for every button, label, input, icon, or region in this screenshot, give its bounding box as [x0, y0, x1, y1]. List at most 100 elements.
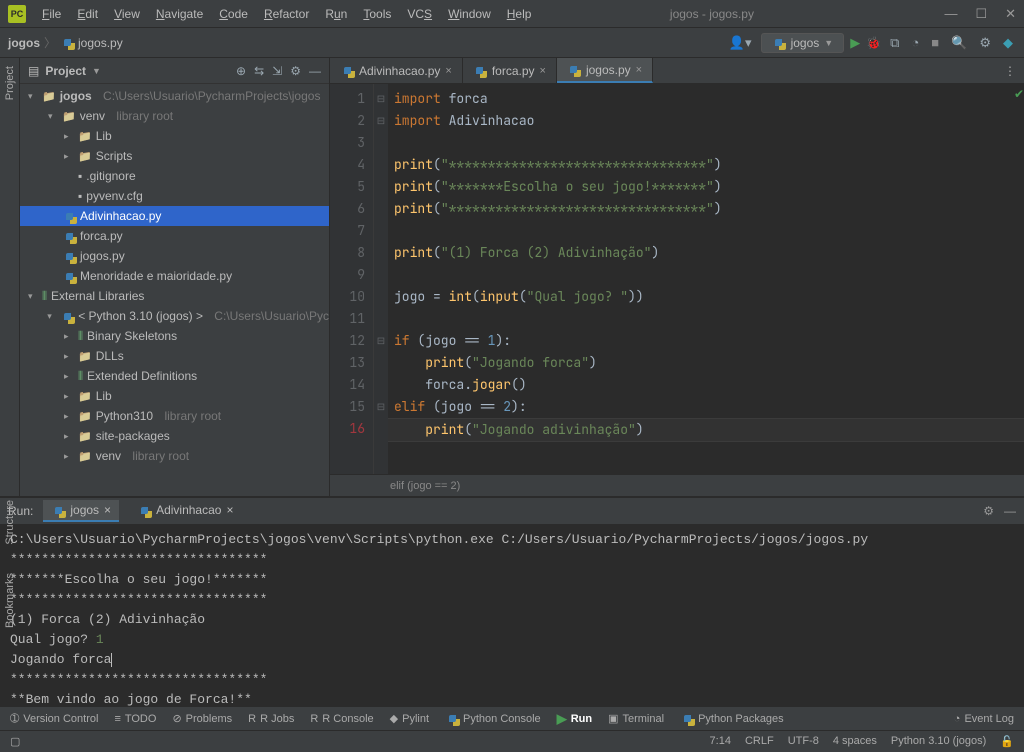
tool-python-packages[interactable]: Python Packages	[680, 712, 784, 726]
status-position[interactable]: 7:14	[710, 735, 731, 748]
tool-pylint[interactable]: ◆Pylint	[390, 712, 429, 725]
tree-site-packages[interactable]: ▸ site-packages	[20, 426, 329, 446]
tree-adivinhacao[interactable]: Adivinhacao.py	[20, 206, 329, 226]
inspection-ok-icon[interactable]: ✔	[1014, 86, 1024, 102]
tool-event-log[interactable]: ◔Event Log	[954, 713, 1014, 725]
tree-ext-libraries[interactable]: ▾⫴ External Libraries	[20, 286, 329, 306]
tree-project-root[interactable]: ▾ jogos C:\Users\Usuario\PycharmProjects…	[20, 86, 329, 106]
tree-lib2[interactable]: ▸ Lib	[20, 386, 329, 406]
tree-ext-defs[interactable]: ▸⫴ Extended Definitions	[20, 366, 329, 386]
tree-scripts[interactable]: ▸ Scripts	[20, 146, 329, 166]
python-icon	[62, 229, 76, 243]
status-indent[interactable]: 4 spaces	[833, 735, 877, 748]
tree-venv[interactable]: ▾ venv library root	[20, 106, 329, 126]
bookmarks-tool-button[interactable]: Bookmarks	[4, 573, 16, 628]
hide-icon[interactable]: —	[1004, 504, 1016, 518]
fold-gutter[interactable]: ⊟⊟⊟⊟	[374, 84, 388, 474]
tree-jogos[interactable]: jogos.py	[20, 246, 329, 266]
close-icon[interactable]: ✕	[1005, 6, 1016, 22]
menu-file[interactable]: File	[34, 7, 69, 21]
breadcrumb[interactable]: jogos 〉 jogos.py	[8, 34, 123, 51]
menu-view[interactable]: View	[106, 7, 148, 21]
editor-tabs: Adivinhacao.py× forca.py× jogos.py× ⋮	[330, 58, 1024, 84]
tool-r-jobs[interactable]: RR Jobs	[248, 713, 294, 725]
tree-lib[interactable]: ▸ Lib	[20, 126, 329, 146]
target-icon[interactable]: ⊕	[236, 64, 246, 78]
debug-button[interactable]: 🐞	[866, 36, 881, 50]
close-icon[interactable]: ×	[445, 65, 451, 77]
python-icon	[62, 209, 76, 223]
menu-run[interactable]: Run	[317, 7, 355, 21]
tab-jogos[interactable]: jogos.py×	[557, 58, 653, 83]
tree-binary-skeletons[interactable]: ▸⫴ Binary Skeletons	[20, 326, 329, 346]
tree-dlls[interactable]: ▸ DLLs	[20, 346, 329, 366]
stop-button[interactable]: ■	[928, 35, 942, 50]
tool-window-icon[interactable]: ▢	[10, 735, 20, 748]
maximize-icon[interactable]: ☐	[975, 6, 987, 22]
tab-forca[interactable]: forca.py×	[463, 58, 557, 83]
menu-code[interactable]: Code	[211, 7, 256, 21]
gear-icon[interactable]: ⚙	[290, 64, 301, 78]
code-content[interactable]: import forca import Adivinhacao print("*…	[388, 84, 1024, 474]
status-encoding[interactable]: UTF-8	[788, 735, 819, 748]
menu-tools[interactable]: Tools	[355, 7, 399, 21]
project-tool-button[interactable]: Project	[4, 66, 16, 100]
tool-todo[interactable]: ≡TODO	[114, 713, 156, 725]
tree-gitignore[interactable]: ▪ .gitignore	[20, 166, 329, 186]
expand-icon[interactable]: ⇲	[272, 64, 282, 78]
settings-icon[interactable]: ⚙	[976, 35, 994, 51]
menu-refactor[interactable]: Refactor	[256, 7, 317, 21]
code-with-me-icon[interactable]: ◆	[1000, 35, 1016, 51]
run-button[interactable]: ▶	[850, 35, 860, 51]
project-tree[interactable]: ▾ jogos C:\Users\Usuario\PycharmProjects…	[20, 84, 329, 496]
bottom-toolbar: ➀Version Control ≡TODO ⊘Problems RR Jobs…	[0, 706, 1024, 730]
lock-icon[interactable]: 🔓	[1000, 735, 1014, 748]
close-icon[interactable]: ×	[636, 64, 642, 76]
menu-navigate[interactable]: Navigate	[148, 7, 211, 21]
more-icon[interactable]: ⋮	[1004, 64, 1016, 78]
gear-icon[interactable]: ⚙	[983, 504, 994, 518]
close-icon[interactable]: ×	[226, 503, 233, 517]
close-icon[interactable]: ×	[540, 65, 546, 77]
menu-edit[interactable]: Edit	[69, 7, 106, 21]
libs-icon: ⫴	[78, 329, 83, 344]
tree-pyvenv[interactable]: ▪ pyvenv.cfg	[20, 186, 329, 206]
user-icon[interactable]: 👤▾	[726, 35, 755, 51]
tab-adivinhacao[interactable]: Adivinhacao.py×	[330, 58, 463, 83]
tree-menor[interactable]: Menoridade e maioridade.py	[20, 266, 329, 286]
structure-tool-button[interactable]: Structure	[4, 500, 16, 545]
python-icon	[62, 249, 76, 263]
tree-python310[interactable]: ▸ Python310 library root	[20, 406, 329, 426]
collapse-icon[interactable]: ⇆	[254, 64, 264, 78]
minimize-icon[interactable]: —	[944, 6, 957, 22]
tool-python-console[interactable]: Python Console	[445, 712, 541, 726]
search-icon[interactable]: 🔍	[948, 35, 970, 51]
run-tab-adivinhacao[interactable]: Adivinhacao ×	[129, 500, 241, 522]
code-breadcrumb[interactable]: elif (jogo == 2)	[330, 474, 1024, 496]
run-config-selector[interactable]: jogos ▼	[761, 33, 845, 53]
run-tab-jogos[interactable]: jogos ×	[43, 500, 119, 522]
coverage-icon[interactable]: ⧉	[887, 35, 902, 51]
code-editor[interactable]: ✔ 12345678910111213141516 ⊟⊟⊟⊟ import fo…	[330, 84, 1024, 474]
tree-forca[interactable]: forca.py	[20, 226, 329, 246]
menu-window[interactable]: Window	[440, 7, 499, 21]
python-icon	[772, 36, 786, 50]
tree-venv2[interactable]: ▸ venv library root	[20, 446, 329, 466]
tree-python-env[interactable]: ▾ < Python 3.10 (jogos) > C:\Users\Usuar…	[20, 306, 329, 326]
tool-problems[interactable]: ⊘Problems	[172, 712, 232, 725]
tool-terminal[interactable]: ▣Terminal	[608, 712, 664, 725]
tool-r-console[interactable]: RR Console	[310, 713, 373, 725]
status-interpreter[interactable]: Python 3.10 (jogos)	[891, 735, 986, 748]
close-icon[interactable]: ×	[104, 503, 111, 517]
profile-icon[interactable]: ◔	[908, 35, 922, 50]
tool-version-control[interactable]: ➀Version Control	[10, 712, 98, 725]
tool-run[interactable]: ▶Run	[557, 711, 592, 727]
menu-vcs[interactable]: VCS	[399, 7, 440, 21]
run-output[interactable]: C:\Users\Usuario\PycharmProjects\jogos\v…	[0, 524, 1024, 706]
menu-help[interactable]: Help	[499, 7, 540, 21]
todo-icon: ≡	[114, 713, 120, 725]
status-eol[interactable]: CRLF	[745, 735, 774, 748]
breadcrumb-root[interactable]: jogos	[8, 36, 40, 50]
hide-icon[interactable]: —	[309, 64, 321, 78]
breadcrumb-file[interactable]: jogos.py	[78, 36, 123, 50]
